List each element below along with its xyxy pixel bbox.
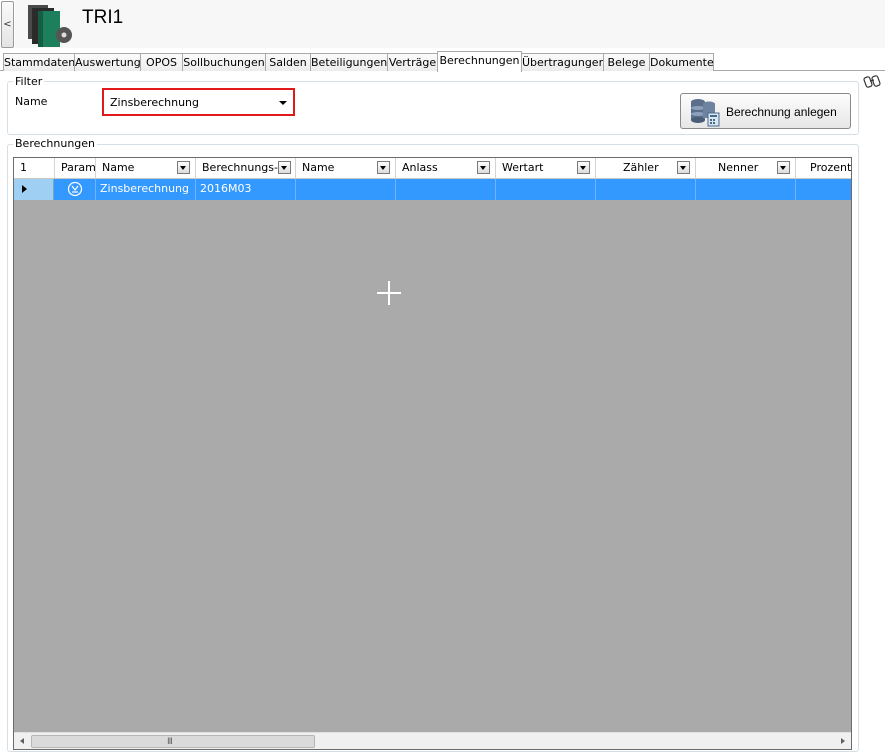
tab-berechnungen[interactable]: Berechnungen [437,51,522,72]
tab-bar: Stammdaten Auswertung OPOS Sollbuchungen… [0,51,885,72]
page-title: TRI1 [82,7,124,28]
column-value-type-label: Wertart [502,161,544,174]
column-numerator-header[interactable]: Zähler [596,158,696,178]
tab-opos[interactable]: OPOS [140,53,183,71]
column-name-header[interactable]: Name [96,158,196,178]
period-cell[interactable]: 2016M03 [196,179,296,200]
column-percent-header[interactable]: Prozente [796,158,851,178]
filter-group-title: Filter [13,75,45,88]
name2-cell[interactable] [296,179,396,200]
column-value-type-header[interactable]: Wertart [496,158,596,178]
tab-salden[interactable]: Salden [265,53,311,71]
name-dropdown[interactable]: Zinsberechnung [102,88,295,116]
column-index-header[interactable]: 1 [14,158,55,178]
column-occasion-header[interactable]: Anlass [396,158,496,178]
column-occasion-label: Anlass [402,161,438,174]
row-indicator[interactable] [14,179,54,200]
grid-header: 1 Param Name Berechnungs-P Name Anlass W… [14,158,851,179]
column-denominator-label: Nenner [718,161,759,174]
tab-belege[interactable]: Belege [603,53,650,71]
occasion-cell[interactable] [396,179,496,200]
name-dropdown-value: Zinsberechnung [110,96,200,109]
create-calculation-button-label: Berechnung anlegen [726,105,837,119]
column-name-filter-button[interactable] [177,161,190,174]
horizontal-scrollbar[interactable]: III [14,732,851,749]
tab-sollbuchungen[interactable]: Sollbuchungen [182,53,266,71]
row-pointer-icon [22,185,27,193]
document-stack-icon [26,2,74,48]
column-name2-filter-button[interactable] [377,161,390,174]
column-numerator-label: Zähler [623,161,659,174]
numerator-cell[interactable] [596,179,696,200]
column-value-type-filter-button[interactable] [577,161,590,174]
column-occasion-filter-button[interactable] [477,161,490,174]
name-cell[interactable]: Zinsberechnung [96,179,196,200]
scroll-left-arrow-icon[interactable] [14,733,31,750]
column-name2-header[interactable]: Name [296,158,396,178]
percent-cell[interactable] [796,179,851,200]
header-bar [15,0,885,48]
scroll-right-arrow-icon[interactable] [834,733,851,750]
table-row[interactable]: Zinsberechnung 2016M03 [14,179,851,200]
column-numerator-filter-button[interactable] [677,161,690,174]
value-type-cell[interactable] [496,179,596,200]
calculations-grid[interactable]: 1 Param Name Berechnungs-P Name Anlass W… [13,157,852,750]
chevron-down-icon [279,101,287,105]
param-cell[interactable] [55,179,96,200]
parameter-icon [67,181,83,197]
column-param-header[interactable]: Param [55,158,96,178]
tab-vertraege[interactable]: Verträge [387,53,438,71]
column-name2-label: Name [302,161,335,174]
scrollbar-grip: III [167,737,173,747]
crosshair-cursor-vertical [388,281,390,305]
create-calculation-button[interactable]: Berechnung anlegen [680,93,851,129]
tab-dokumente[interactable]: Dokumente [649,53,714,71]
binoculars-icon[interactable] [862,74,882,92]
column-name-label: Name [102,161,135,174]
tab-auswertung[interactable]: Auswertung [74,53,141,71]
name-label: Name [15,95,48,108]
denominator-cell[interactable] [696,179,796,200]
tab-beteiligungen[interactable]: Beteiligungen [310,53,388,71]
database-calculator-icon [689,97,721,127]
column-period-header[interactable]: Berechnungs-P [196,158,296,178]
tab-stammdaten[interactable]: Stammdaten [3,53,75,71]
column-denominator-filter-button[interactable] [777,161,790,174]
back-button[interactable]: < [1,1,14,48]
scrollbar-thumb[interactable]: III [31,735,315,748]
column-period-label: Berechnungs-P [202,161,285,174]
tab-uebertragungen[interactable]: Übertragungen [521,53,604,71]
column-denominator-header[interactable]: Nenner [696,158,796,178]
calculations-group-title: Berechnungen [13,137,98,150]
column-period-filter-button[interactable] [278,161,291,174]
